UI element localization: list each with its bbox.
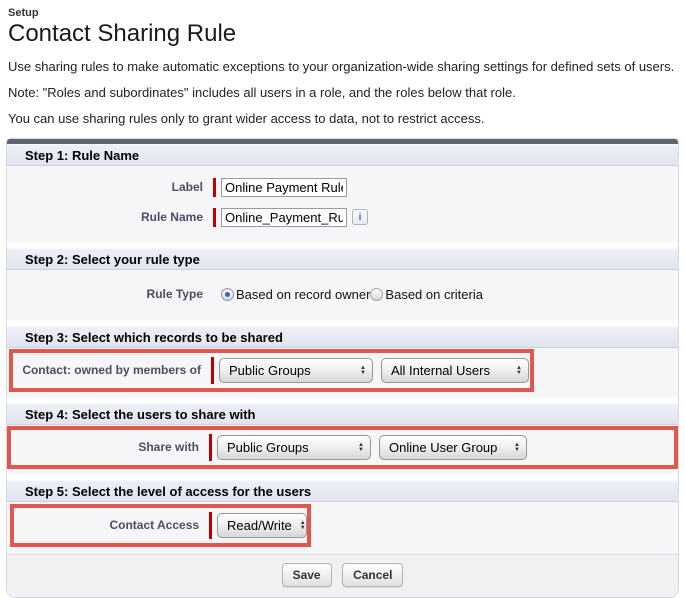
select-value: Public Groups	[229, 363, 311, 378]
label-field-row: Label	[7, 173, 678, 201]
share-with-label: Share with	[138, 440, 199, 454]
step5-header: Step 5: Select the level of access for t…	[7, 480, 678, 502]
step5-body: Contact Access Read/Write ▲ ▼	[7, 502, 678, 554]
section-step2-rule-type: Step 2: Select your rule type Rule Type …	[7, 248, 678, 320]
select-value: Online User Group	[389, 440, 498, 455]
share-with-group-select[interactable]: Online User Group ▲ ▼	[379, 435, 527, 460]
owned-by-category-select[interactable]: Public Groups ▲ ▼	[219, 358, 373, 383]
radio-option-label: Based on criteria	[385, 286, 483, 302]
radio-option-based-on-criteria[interactable]: Based on criteria	[370, 287, 483, 302]
updown-arrows-icon: ▲ ▼	[299, 519, 306, 531]
info-icon[interactable]: i	[352, 209, 368, 225]
step4-body: Share with Public Groups ▲ ▼ Online User …	[7, 425, 678, 474]
rule-type-radio-group: Based on record owner Based on criteria	[221, 287, 483, 302]
updown-arrows-icon: ▲ ▼	[516, 364, 522, 376]
form-footer: Save Cancel	[7, 554, 678, 597]
required-indicator	[209, 434, 212, 461]
radio-button-icon[interactable]	[221, 287, 234, 301]
required-indicator	[211, 357, 214, 384]
page-header: Setup Contact Sharing Rule Use sharing r…	[0, 0, 685, 125]
contact-access-label: Contact Access	[109, 518, 200, 532]
step2-header: Step 2: Select your rule type	[7, 248, 678, 270]
annotation-highlight-box: Share with Public Groups ▲ ▼ Online User …	[7, 426, 678, 469]
updown-arrows-icon: ▲ ▼	[360, 364, 366, 376]
annotation-highlight-box: Contact: owned by members of Public Grou…	[9, 349, 534, 392]
rule-name-field-row: Rule Name i	[7, 203, 678, 231]
description-line-3: You can use sharing rules only to grant …	[8, 111, 485, 126]
rule-name-field-label: Rule Name	[140, 209, 203, 224]
section-step5-access-level: Step 5: Select the level of access for t…	[7, 480, 678, 554]
step4-header: Step 4: Select the users to share with	[7, 403, 678, 425]
setup-breadcrumb: Setup	[8, 7, 39, 19]
description-line-1: Use sharing rules to make automatic exce…	[8, 59, 675, 74]
section-step1-rule-name: Step 1: Rule Name Label Rule Name i	[7, 144, 678, 242]
save-button[interactable]: Save	[281, 563, 332, 587]
step3-body: Contact: owned by members of Public Grou…	[7, 348, 678, 397]
step1-header: Step 1: Rule Name	[7, 144, 678, 166]
annotation-highlight-box: Contact Access Read/Write ▲ ▼	[10, 504, 311, 547]
sharing-rule-form-block: Step 1: Rule Name Label Rule Name i Step…	[6, 138, 679, 598]
description-line-2: Note: "Roles and subordinates" includes …	[8, 85, 516, 100]
radio-button-icon[interactable]	[370, 287, 384, 301]
rule-type-row: Rule Type Based on record owner Based on…	[7, 280, 678, 308]
section-step4-share-with: Step 4: Select the users to share with S…	[7, 403, 678, 474]
select-value: All Internal Users	[391, 363, 490, 378]
required-indicator	[209, 512, 212, 539]
rule-name-input[interactable]	[221, 207, 347, 227]
section-step3-records-shared: Step 3: Select which records to be share…	[7, 326, 678, 397]
required-indicator	[213, 207, 216, 227]
radio-option-based-on-record-owner[interactable]: Based on record owner	[221, 287, 370, 302]
select-value: Public Groups	[227, 440, 309, 455]
share-with-category-select[interactable]: Public Groups ▲ ▼	[217, 435, 371, 460]
step2-body: Rule Type Based on record owner Based on…	[7, 270, 678, 320]
step1-body: Label Rule Name i	[7, 166, 678, 242]
label-field-label: Label	[171, 179, 203, 194]
owned-by-group-select[interactable]: All Internal Users ▲ ▼	[381, 358, 529, 383]
cancel-button[interactable]: Cancel	[342, 563, 404, 587]
step3-header: Step 3: Select which records to be share…	[7, 326, 678, 348]
select-value: Read/Write	[227, 518, 292, 533]
required-indicator	[213, 177, 216, 197]
label-input[interactable]	[221, 177, 347, 197]
page-title: Contact Sharing Rule	[8, 20, 237, 47]
contact-owned-by-label: Contact: owned by members of	[22, 363, 201, 377]
updown-arrows-icon: ▲ ▼	[358, 441, 364, 453]
radio-option-label: Based on record owner	[236, 286, 371, 302]
contact-access-select[interactable]: Read/Write ▲ ▼	[217, 513, 307, 538]
rule-type-label: Rule Type	[146, 286, 203, 301]
updown-arrows-icon: ▲ ▼	[514, 441, 520, 453]
